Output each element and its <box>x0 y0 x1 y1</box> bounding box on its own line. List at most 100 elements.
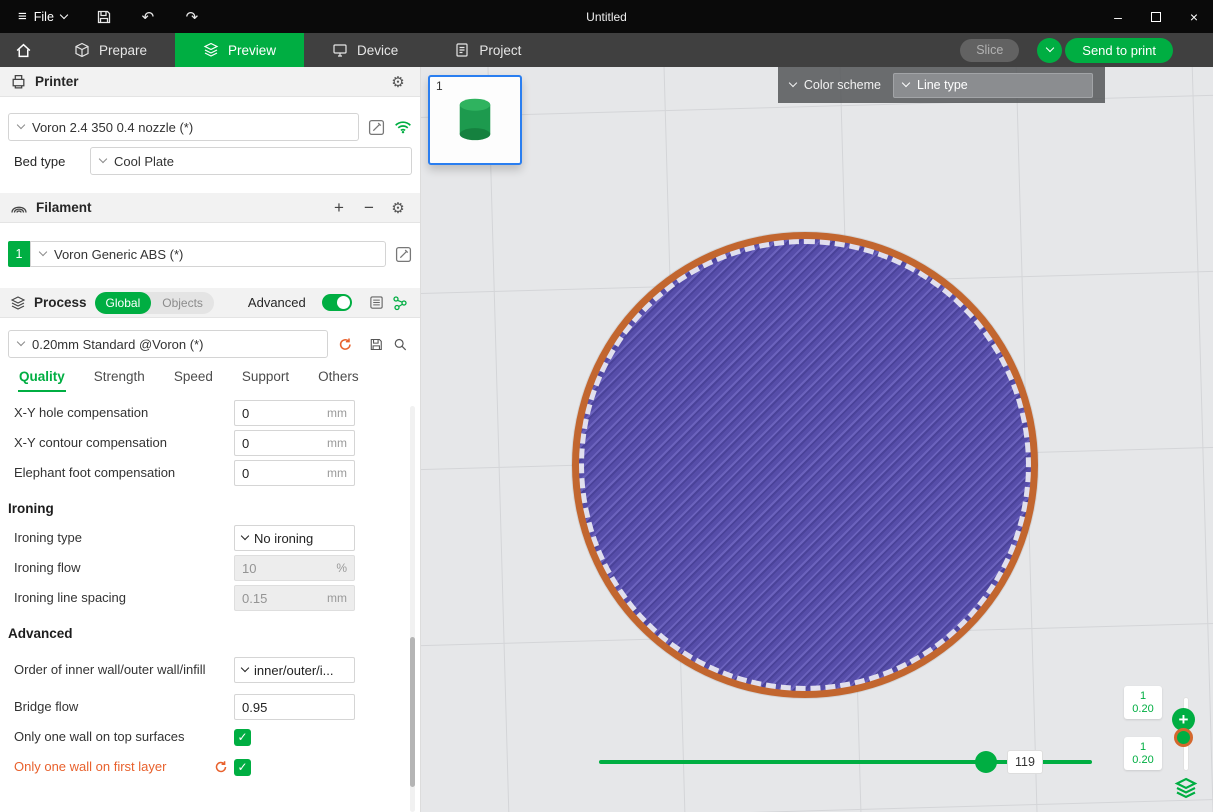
process-section-title: Process <box>34 295 87 310</box>
color-scheme-control[interactable]: Color scheme <box>790 78 881 92</box>
ironing-type-dropdown[interactable]: No ironing <box>234 525 355 551</box>
plus-icon: + <box>1179 710 1189 730</box>
home-icon <box>15 42 32 59</box>
setting-value: 0 <box>242 406 249 421</box>
tab-support[interactable]: Support <box>241 361 290 392</box>
setting-unit: mm <box>327 591 347 605</box>
slice-button[interactable]: Slice <box>960 39 1019 62</box>
file-menu-button[interactable]: ≡ File <box>10 5 75 28</box>
tab-device[interactable]: Device <box>304 33 426 67</box>
bed-type-dropdown[interactable]: Cool Plate <box>90 147 412 175</box>
printer-settings-gear-icon[interactable]: ⚙ <box>388 73 408 91</box>
main-navbar: Prepare Preview Device Project Slice Sen… <box>0 33 1213 67</box>
save-button[interactable] <box>89 4 119 30</box>
plate-thumbnail[interactable]: 1 <box>428 75 522 165</box>
chevron-down-icon <box>17 338 25 346</box>
preview-viewport[interactable]: 1 Color scheme Line type 119 <box>421 67 1213 812</box>
filament-settings-gear-icon[interactable]: ⚙ <box>388 199 408 217</box>
printer-section-title: Printer <box>35 74 79 89</box>
redo-button[interactable]: ↷ <box>177 4 207 30</box>
setting-label: X-Y contour compensation <box>14 435 234 451</box>
filament-section-title: Filament <box>36 200 92 215</box>
layer-number: 1 <box>1140 690 1146 703</box>
setting-row: X-Y contour compensation 0 mm <box>0 428 420 458</box>
view-options-bar: Color scheme Line type <box>778 67 1105 103</box>
setting-unit: mm <box>327 406 347 420</box>
tab-preview[interactable]: Preview <box>175 33 304 67</box>
bridge-flow-input[interactable]: 0.95 <box>234 694 355 720</box>
add-filament-button[interactable]: + <box>328 198 350 218</box>
layer-view-button[interactable] <box>1173 775 1199 801</box>
tab-quality[interactable]: Quality <box>18 361 66 392</box>
tab-project[interactable]: Project <box>426 33 549 67</box>
edit-filament-icon[interactable] <box>395 246 412 263</box>
setting-label: Order of inner wall/outer wall/infill <box>14 662 234 678</box>
setting-unit: % <box>336 561 347 575</box>
layers-icon <box>1174 776 1198 800</box>
setting-label: Ironing type <box>14 530 234 546</box>
xy-hole-compensation-input[interactable]: 0 mm <box>234 400 355 426</box>
bed-type-value: Cool Plate <box>114 154 174 169</box>
chevron-down-icon <box>99 155 107 163</box>
setting-value: inner/outer/i... <box>254 663 334 678</box>
search-icon[interactable] <box>393 337 408 352</box>
advanced-mode-toggle[interactable] <box>322 294 352 311</box>
bed-type-label: Bed type <box>8 154 90 169</box>
xy-contour-compensation-input[interactable]: 0 mm <box>234 430 355 456</box>
save-preset-icon[interactable] <box>369 337 384 352</box>
edit-printer-icon[interactable] <box>368 119 385 136</box>
titlebar-left: ≡ File ↶ ↷ <box>0 4 207 30</box>
tab-prepare-label: Prepare <box>99 43 147 58</box>
process-tabs: Quality Strength Speed Support Others <box>0 358 420 394</box>
sliced-model-first-layer[interactable] <box>572 232 1038 698</box>
filament-section-header: Filament + − ⚙ <box>0 193 420 223</box>
tab-strength[interactable]: Strength <box>93 361 146 392</box>
setting-unit: mm <box>327 436 347 450</box>
filament-preset-dropdown[interactable]: Voron Generic ABS (*) <box>30 241 386 267</box>
close-button[interactable]: × <box>1175 0 1213 33</box>
layer-height: 0.20 <box>1132 754 1153 767</box>
printer-icon <box>10 73 27 90</box>
wifi-icon[interactable] <box>394 120 412 134</box>
printer-preset-dropdown[interactable]: Voron 2.4 350 0.4 nozzle (*) <box>8 113 359 141</box>
wall-order-dropdown[interactable]: inner/outer/i... <box>234 657 355 683</box>
chevron-down-icon <box>241 664 249 672</box>
layer-height: 0.20 <box>1132 703 1153 716</box>
process-preset-dropdown[interactable]: 0.20mm Standard @Voron (*) <box>8 330 328 358</box>
setting-row: X-Y hole compensation 0 mm <box>0 398 420 428</box>
send-group: Send to print <box>1037 38 1173 63</box>
reset-setting-icon[interactable] <box>214 760 228 774</box>
send-to-print-button[interactable]: Send to print <box>1065 38 1173 63</box>
tab-speed[interactable]: Speed <box>173 361 214 392</box>
plate-number: 1 <box>436 79 443 93</box>
minimize-button[interactable]: – <box>1099 0 1137 33</box>
setting-row: Ironing flow 10 % <box>0 553 420 583</box>
setting-label: Only one wall on top surfaces <box>14 729 234 745</box>
maximize-button[interactable] <box>1137 0 1175 33</box>
filament-slot-badge[interactable]: 1 <box>8 241 30 267</box>
only-one-wall-first-layer-checkbox[interactable]: ✓ <box>234 759 251 776</box>
only-one-wall-top-checkbox[interactable]: ✓ <box>234 729 251 746</box>
parameter-list-icon[interactable] <box>369 295 384 310</box>
process-section-header: Process Global Objects Advanced <box>0 288 420 318</box>
scope-objects-button[interactable]: Objects <box>151 296 214 310</box>
move-slider-thumb[interactable] <box>975 751 997 773</box>
reset-preset-icon[interactable] <box>338 337 353 352</box>
preview-icon <box>203 42 219 58</box>
tab-others[interactable]: Others <box>317 361 360 392</box>
scope-global-button[interactable]: Global <box>95 292 152 314</box>
setting-row: Only one wall on first layer ✓ <box>0 752 420 782</box>
device-icon <box>332 42 348 58</box>
printer-body: Voron 2.4 350 0.4 nozzle (*) Bed type Co… <box>0 97 420 193</box>
sidebar-scrollbar-thumb[interactable] <box>410 637 415 787</box>
parameter-graph-icon[interactable] <box>392 295 408 311</box>
layer-slider-thumb[interactable] <box>1174 728 1193 747</box>
elephant-foot-compensation-input[interactable]: 0 mm <box>234 460 355 486</box>
line-type-dropdown[interactable]: Line type <box>893 73 1093 98</box>
remove-filament-button[interactable]: − <box>358 198 380 218</box>
send-options-button[interactable] <box>1037 38 1062 63</box>
tab-prepare[interactable]: Prepare <box>46 33 175 67</box>
undo-button[interactable]: ↶ <box>133 4 163 30</box>
home-button[interactable] <box>0 33 46 67</box>
setting-label: Elephant foot compensation <box>14 465 234 481</box>
